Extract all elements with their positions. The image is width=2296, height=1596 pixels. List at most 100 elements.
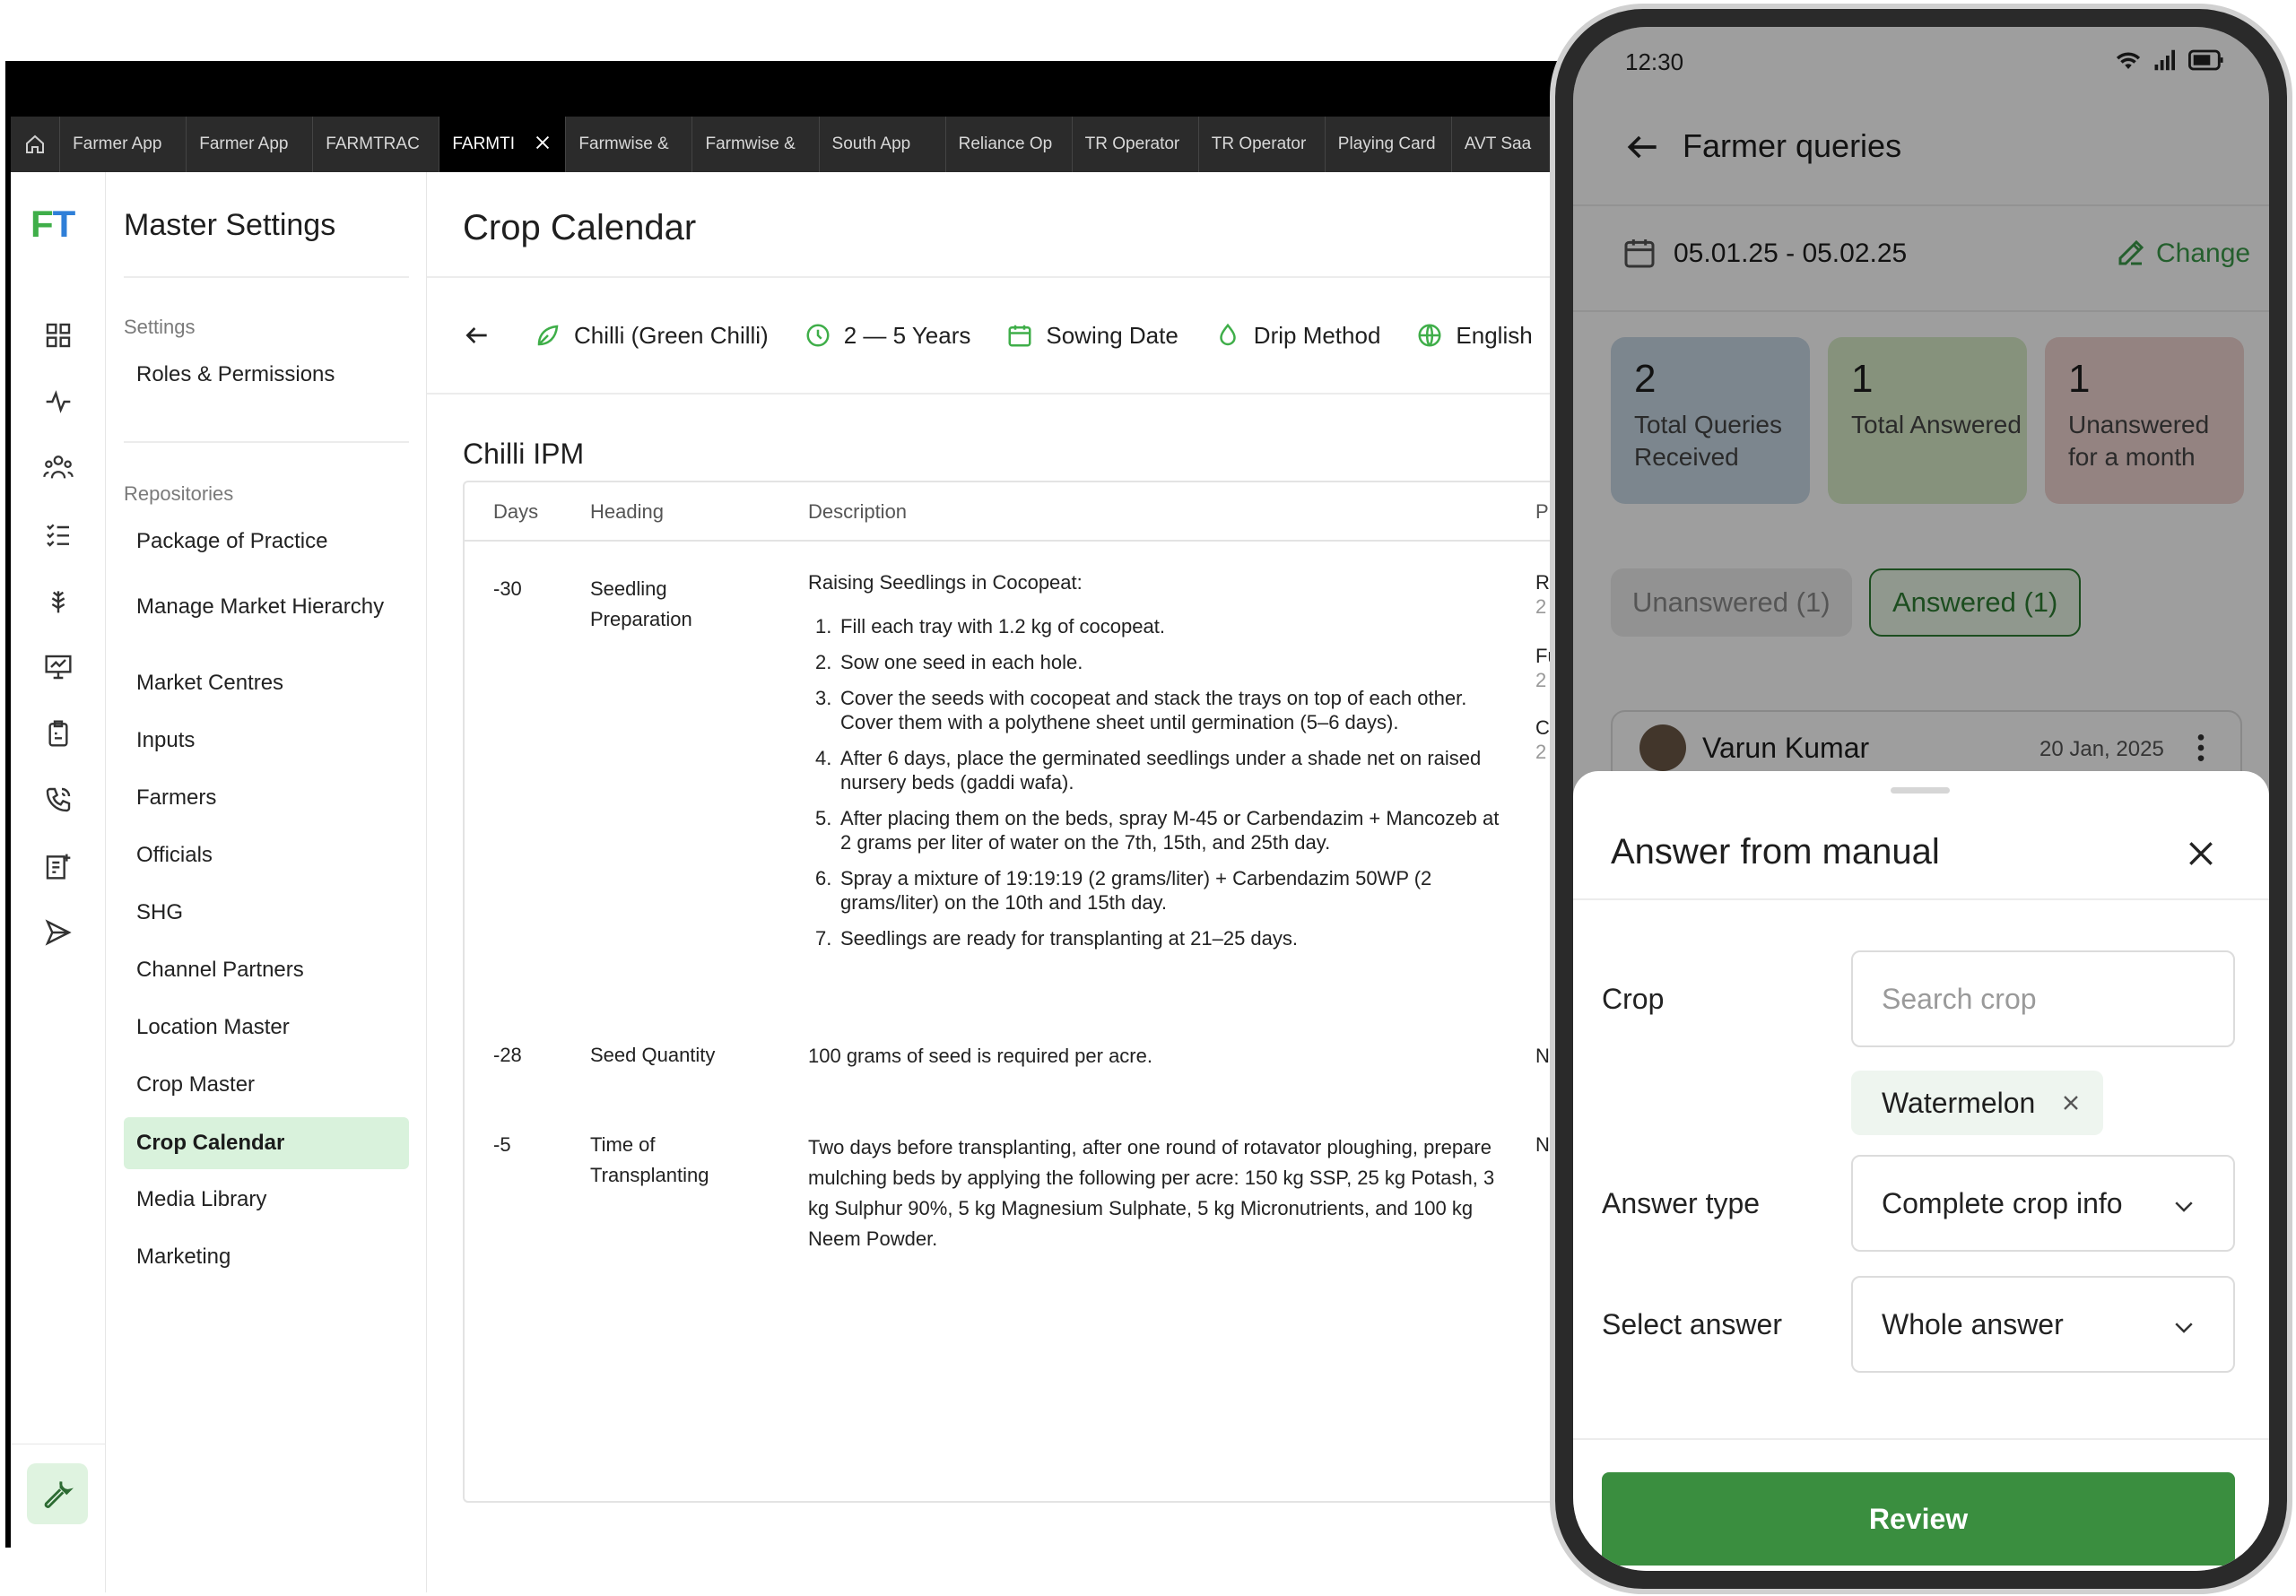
tab-label: AVT Saa [1464,134,1532,153]
send-icon[interactable] [40,915,76,950]
phone-frame: 12:30 Farmer queries 05.01.25 - 05.02.25… [1550,4,2292,1594]
ft-logo[interactable]: FT [30,203,75,246]
sidebar-item-location-master[interactable]: Location Master [124,1008,409,1047]
sheet-title: Answer from manual [1611,832,1940,872]
activity-icon[interactable] [40,384,76,420]
step-item: 4. After 6 days, place the germinated see… [815,747,1482,794]
description-intro: Raising Seedlings in Cocopeat: [808,571,1083,594]
sidebar-item-manage-market-hierarchy[interactable]: Manage Market Hierarchy [124,577,409,637]
tab-label: FARMTI [452,134,516,153]
table-cell-heading: Seed Quantity [590,1044,716,1066]
users-icon[interactable] [40,450,76,486]
select-answer-select[interactable]: Whole answer [1851,1276,2235,1373]
sidebar-item-media-library[interactable]: Media Library [124,1180,409,1219]
checklist-icon[interactable] [40,516,76,552]
tab-label: Playing Card [1337,134,1436,153]
browser-tab[interactable]: Farmer App [187,117,314,172]
select-answer-label: Select answer [1602,1308,1782,1340]
table-cell-description: Raising Seedlings in Cocopeat: 1. Fill ea… [808,570,1508,962]
settings-sidebar: Master Settings Settings Roles & Permiss… [106,172,427,1592]
method-filter-label: Drip Method [1253,321,1381,349]
browser-tab[interactable]: Farmer App [60,117,187,172]
settings-section-label: Settings [124,316,196,338]
filter-divider [427,393,1578,395]
phone-screen: 12:30 Farmer queries 05.01.25 - 05.02.25… [1573,27,2269,1571]
column-header-days: Days [493,500,539,523]
section-title: Chilli IPM [463,438,585,470]
table-cell-days: -5 [493,1133,511,1156]
remove-tag-icon[interactable] [2058,1090,2083,1115]
table-cell-heading: Seedling Preparation [590,577,692,630]
duration-filter[interactable]: 2 — 5 Years [804,321,971,350]
answer-type-select[interactable]: Complete crop info [1851,1155,2235,1252]
review-button[interactable]: Review [1602,1472,2235,1566]
sidebar-item-marketing[interactable]: Marketing [124,1237,409,1277]
desktop-browser-window: Farmer App Farmer App FARMTRAC FARMTI Fa… [5,61,1593,1592]
tab-label: Farmer App [199,134,289,153]
sidebar-item-shg[interactable]: SHG [124,893,409,932]
clock-icon [806,324,830,347]
tab-label: Farmer App [73,134,162,153]
duration-filter-label: 2 — 5 Years [843,321,971,349]
browser-tab[interactable]: FARMTRAC [313,117,440,172]
home-tab[interactable] [11,117,61,172]
presentation-icon[interactable] [40,649,76,685]
tab-label: TR Operator [1211,134,1307,153]
wrench-icon[interactable] [27,1463,88,1524]
sidebar-item-roles[interactable]: Roles & Permissions [124,355,409,395]
crop-filter-label: Chilli (Green Chilli) [574,321,769,349]
step-item: 3. Cover the seeds with cocopeat and stac… [815,687,1467,733]
search-crop-input[interactable]: Search crop [1851,950,2235,1047]
step-item: 7. Seedlings are ready for transplanting … [815,927,1298,950]
browser-tab[interactable]: Playing Card [1326,117,1452,172]
crop-filter[interactable]: Chilli (Green Chilli) [535,322,769,350]
page-title: Crop Calendar [463,208,697,247]
report-icon[interactable] [40,848,76,884]
browser-tab[interactable]: Reliance Op [946,117,1073,172]
browser-tab[interactable]: TR Operator [1073,117,1199,172]
repositories-section-label: Repositories [124,482,234,505]
header-divider [427,276,1578,278]
crop-label: Crop [1602,983,1665,1015]
browser-tab[interactable]: Farmwise & [566,117,693,172]
clipboard-icon[interactable] [40,716,76,751]
web-app: FT Master Settings Settings Roles & Perm… [11,172,1593,1592]
sheet-divider [1573,898,2269,900]
sidebar-divider [124,276,409,278]
back-button[interactable] [463,321,504,350]
crop-icon[interactable] [40,583,76,619]
browser-tab[interactable]: South App [820,117,946,172]
step-item: 6. Spray a mixture of 19:19:19 (2 grams/l… [815,867,1432,914]
sidebar-item-crop-calendar[interactable]: Crop Calendar [124,1117,409,1169]
sidebar-item-inputs[interactable]: Inputs [124,721,409,760]
phone-call-icon[interactable] [40,782,76,818]
language-filter[interactable]: English [1416,322,1533,350]
column-header-heading: Heading [590,500,664,523]
steps-list: 1. Fill each tray with 1.2 kg of cocopeat… [808,614,1508,950]
sidebar-item-package-of-practice[interactable]: Package of Practice [124,522,409,561]
step-item: 5. After placing them on the beds, spray … [815,807,1500,854]
calendar-icon [1008,325,1031,347]
date-type-filter[interactable]: Sowing Date [1006,322,1178,350]
method-filter[interactable]: Drip Method [1214,321,1381,350]
step-text: Spray a mixture of 19:19:19 (2 grams/lit… [840,867,1432,914]
selected-crop-tag: Watermelon [1851,1071,2104,1135]
browser-tab[interactable]: Farmwise & [692,117,820,172]
sidebar-item-officials[interactable]: Officials [124,836,409,875]
grid-icon[interactable] [40,317,76,353]
sidebar-item-market-centres[interactable]: Market Centres [124,664,409,703]
icon-rail: FT [11,172,106,1592]
table-cell-description: Two days before transplanting, after one… [808,1136,1495,1250]
sidebar-item-crop-master[interactable]: Crop Master [124,1065,409,1105]
close-icon[interactable] [2183,836,2219,872]
sidebar-item-channel-partners[interactable]: Channel Partners [124,950,409,990]
table-header-divider [465,540,1593,542]
step-text: Seedlings are ready for transplanting at… [840,927,1298,950]
sidebar-item-farmers[interactable]: Farmers [124,778,409,818]
browser-tab[interactable]: TR Operator [1199,117,1326,172]
browser-tab-active[interactable]: FARMTI [439,117,567,172]
logo-f: F [30,203,54,245]
sheet-drag-handle[interactable] [1891,787,1950,794]
sidebar-title: Master Settings [124,208,336,242]
close-tab-icon[interactable] [533,133,552,152]
